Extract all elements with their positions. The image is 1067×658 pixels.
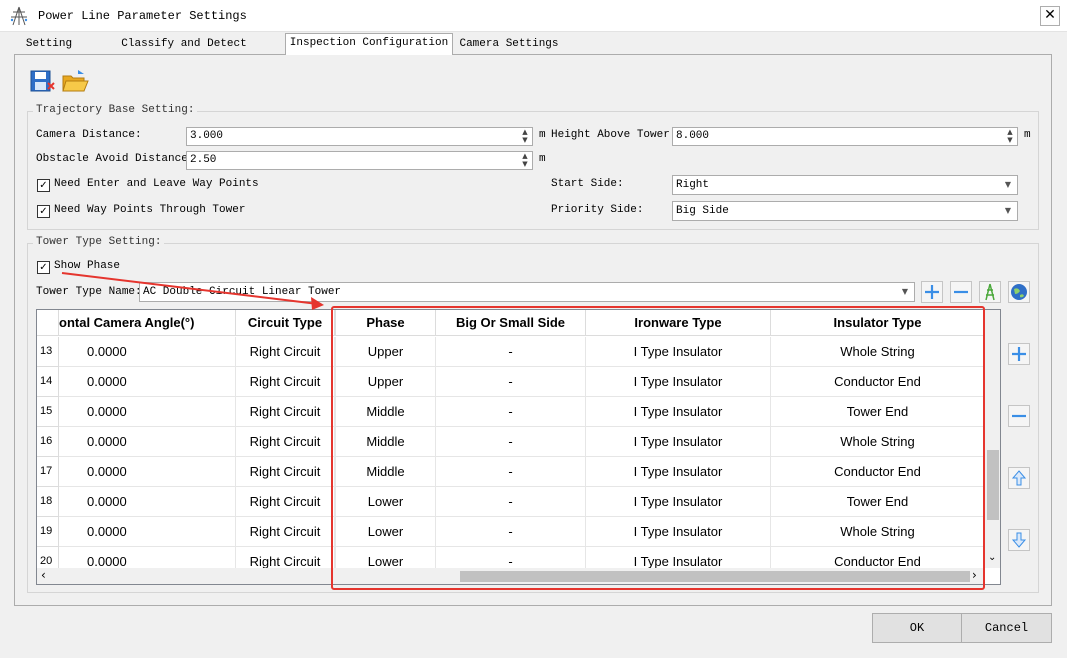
obstacle-avoid-label: Obstacle Avoid Distance:: [36, 153, 195, 165]
priority-side-value: Big Side: [676, 205, 729, 217]
cell-circuit-type[interactable]: Right Circuit: [236, 457, 335, 487]
remove-row-button[interactable]: [1008, 405, 1030, 427]
trajectory-group-title: Trajectory Base Setting:: [33, 104, 198, 116]
chevron-down-icon: ▼: [1004, 180, 1012, 189]
unit-label: m: [539, 129, 546, 141]
height-above-tower-input[interactable]: 8.000 ▲ ▼: [672, 127, 1018, 146]
tower-edit-icon: [985, 283, 995, 301]
spin-arrows-icon[interactable]: ▲ ▼: [519, 152, 531, 169]
cell-angle[interactable]: 0.0000: [59, 397, 236, 427]
need-through-tower-label: Need Way Points Through Tower: [54, 204, 246, 216]
need-through-tower-checkbox[interactable]: ✓: [37, 205, 50, 218]
scroll-left-icon[interactable]: ‹: [41, 568, 46, 582]
annotation-arrow: [61, 272, 324, 310]
row-number[interactable]: 18: [37, 487, 59, 517]
unit-label: m: [1024, 129, 1031, 141]
cell-circuit-type[interactable]: Right Circuit: [236, 517, 335, 547]
tab-camera-settings[interactable]: Camera Settings: [456, 35, 562, 55]
close-icon: ✕: [1044, 7, 1056, 23]
cell-angle[interactable]: 0.0000: [59, 427, 236, 457]
add-row-button[interactable]: [1008, 343, 1030, 365]
row-number[interactable]: 13: [37, 337, 59, 367]
need-enter-leave-checkbox[interactable]: ✓: [37, 179, 50, 192]
cell-angle[interactable]: 0.0000: [59, 367, 236, 397]
window-title: Power Line Parameter Settings: [38, 9, 247, 23]
plus-icon: [925, 285, 939, 299]
need-enter-leave-label: Need Enter and Leave Way Points: [54, 178, 259, 190]
row-number[interactable]: 15: [37, 397, 59, 427]
cell-circuit-type[interactable]: Right Circuit: [236, 367, 335, 397]
cell-circuit-type[interactable]: Right Circuit: [236, 427, 335, 457]
vertical-scrollbar[interactable]: ⌄: [985, 310, 1000, 568]
minus-icon: [1012, 414, 1026, 418]
obstacle-avoid-value: 2.50: [190, 154, 217, 166]
row-number[interactable]: 14: [37, 367, 59, 397]
app-icon: [10, 6, 28, 26]
cell-angle[interactable]: 0.0000: [59, 337, 236, 367]
chevron-down-icon: ▼: [1004, 206, 1012, 215]
priority-side-label: Priority Side:: [551, 204, 644, 216]
spin-arrows-icon[interactable]: ▲ ▼: [519, 128, 531, 145]
row-number[interactable]: 16: [37, 427, 59, 457]
globe-button[interactable]: [1008, 281, 1030, 303]
open-folder-button[interactable]: [60, 67, 90, 97]
tab-inspection-configuration[interactable]: Inspection Configuration: [285, 33, 453, 55]
move-down-button[interactable]: [1008, 529, 1030, 551]
cell-angle[interactable]: 0.0000: [59, 487, 236, 517]
cell-angle[interactable]: 0.0000: [59, 517, 236, 547]
height-above-tower-value: 8.000: [676, 130, 710, 142]
cell-circuit-type[interactable]: Right Circuit: [236, 337, 335, 367]
plus-icon: [1012, 347, 1026, 361]
arrow-up-icon: [1011, 470, 1027, 486]
ok-button[interactable]: OK: [872, 613, 962, 643]
camera-distance-input[interactable]: 3.000 ▲ ▼: [186, 127, 533, 146]
open-folder-icon: [62, 70, 89, 92]
unit-label: m: [539, 153, 546, 165]
vertical-scroll-thumb[interactable]: [987, 450, 999, 520]
edit-tower-type-button[interactable]: [979, 281, 1001, 303]
remove-tower-type-button[interactable]: [950, 281, 972, 303]
arrow-down-icon: [1011, 532, 1027, 548]
cancel-button[interactable]: Cancel: [961, 613, 1052, 643]
row-number[interactable]: 19: [37, 517, 59, 547]
tab-setting[interactable]: Setting: [16, 35, 82, 55]
chevron-down-icon: ▼: [901, 287, 909, 296]
row-number[interactable]: 17: [37, 457, 59, 487]
move-up-button[interactable]: [1008, 467, 1030, 489]
show-phase-checkbox[interactable]: ✓: [37, 261, 50, 274]
camera-distance-value: 3.000: [190, 130, 224, 142]
tower-type-group-title: Tower Type Setting:: [33, 236, 165, 248]
scroll-down-icon[interactable]: ⌄: [988, 552, 996, 563]
tab-bar: Setting Classify and Detect Parameters I…: [14, 33, 1054, 69]
close-button[interactable]: ✕: [1040, 6, 1060, 26]
priority-side-select[interactable]: Big Side ▼: [672, 201, 1018, 221]
spin-arrows-icon[interactable]: ▲ ▼: [1004, 128, 1016, 145]
obstacle-avoid-input[interactable]: 2.50 ▲ ▼: [186, 151, 533, 170]
start-side-label: Start Side:: [551, 178, 624, 190]
table-corner: [37, 310, 59, 336]
add-tower-type-button[interactable]: [921, 281, 943, 303]
camera-distance-label: Camera Distance:: [36, 129, 142, 141]
start-side-select[interactable]: Right ▼: [672, 175, 1018, 195]
minus-icon: [954, 290, 968, 294]
save-icon: [30, 70, 55, 92]
tab-classify-detect[interactable]: Classify and Detect Parameters: [86, 35, 282, 69]
highlight-box: [331, 306, 985, 590]
height-above-tower-label: Height Above Tower:: [551, 129, 677, 141]
cell-circuit-type[interactable]: Right Circuit: [236, 487, 335, 517]
globe-icon: [1011, 284, 1027, 300]
save-button[interactable]: [28, 67, 58, 97]
start-side-value: Right: [676, 179, 710, 191]
cell-circuit-type[interactable]: Right Circuit: [236, 397, 335, 427]
cell-angle[interactable]: 0.0000: [59, 457, 236, 487]
